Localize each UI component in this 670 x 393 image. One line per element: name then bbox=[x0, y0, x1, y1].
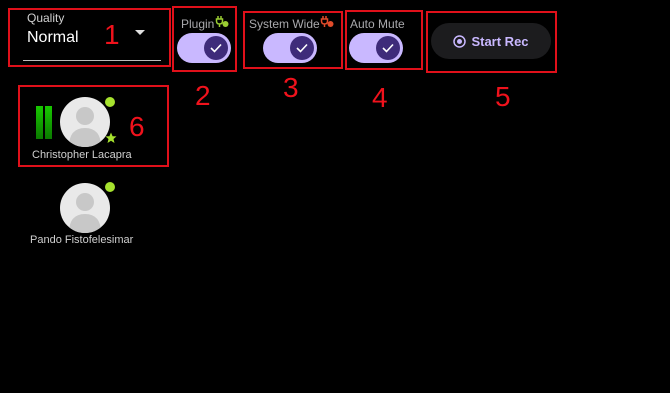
plugin-toggle[interactable] bbox=[177, 33, 231, 63]
person-icon bbox=[69, 107, 101, 147]
avatar bbox=[60, 183, 110, 233]
callout-5: 5 bbox=[495, 81, 511, 112]
callout-1: 1 bbox=[104, 19, 120, 50]
system-wide-label: System Wide bbox=[249, 17, 320, 31]
online-status-dot bbox=[105, 182, 115, 192]
callout-3: 3 bbox=[283, 72, 299, 103]
callout-2: 2 bbox=[195, 80, 211, 111]
person-icon bbox=[69, 193, 101, 233]
audio-level-icon bbox=[45, 106, 52, 139]
participant-name: Pando Fistofelesimar bbox=[30, 234, 134, 246]
check-icon bbox=[204, 36, 228, 60]
system-wide-toggle[interactable] bbox=[263, 33, 317, 63]
quality-label: Quality bbox=[27, 11, 65, 25]
quality-select[interactable]: Quality Normal bbox=[23, 10, 161, 61]
check-icon bbox=[376, 36, 400, 60]
plug-off-icon bbox=[320, 16, 334, 27]
plugin-label: Plugin bbox=[181, 17, 215, 31]
auto-mute-label: Auto Mute bbox=[350, 17, 405, 31]
participant-card[interactable]: Pando Fistofelesimar bbox=[25, 176, 165, 251]
callout-6: 6 bbox=[129, 111, 145, 142]
star-icon bbox=[105, 132, 117, 143]
online-status-dot bbox=[105, 97, 115, 107]
start-rec-button[interactable]: Start Rec bbox=[431, 23, 551, 59]
auto-mute-toggle[interactable] bbox=[349, 33, 403, 63]
record-icon bbox=[453, 34, 467, 48]
start-rec-label: Start Rec bbox=[471, 33, 529, 49]
callout-4: 4 bbox=[372, 82, 388, 113]
check-icon bbox=[290, 36, 314, 60]
participant-name: Christopher Lacapra bbox=[32, 149, 132, 161]
quality-value: Normal bbox=[27, 29, 79, 46]
avatar bbox=[60, 97, 110, 147]
audio-level-icon bbox=[36, 106, 43, 139]
plug-icon bbox=[215, 16, 229, 27]
chevron-down-icon bbox=[135, 30, 145, 35]
